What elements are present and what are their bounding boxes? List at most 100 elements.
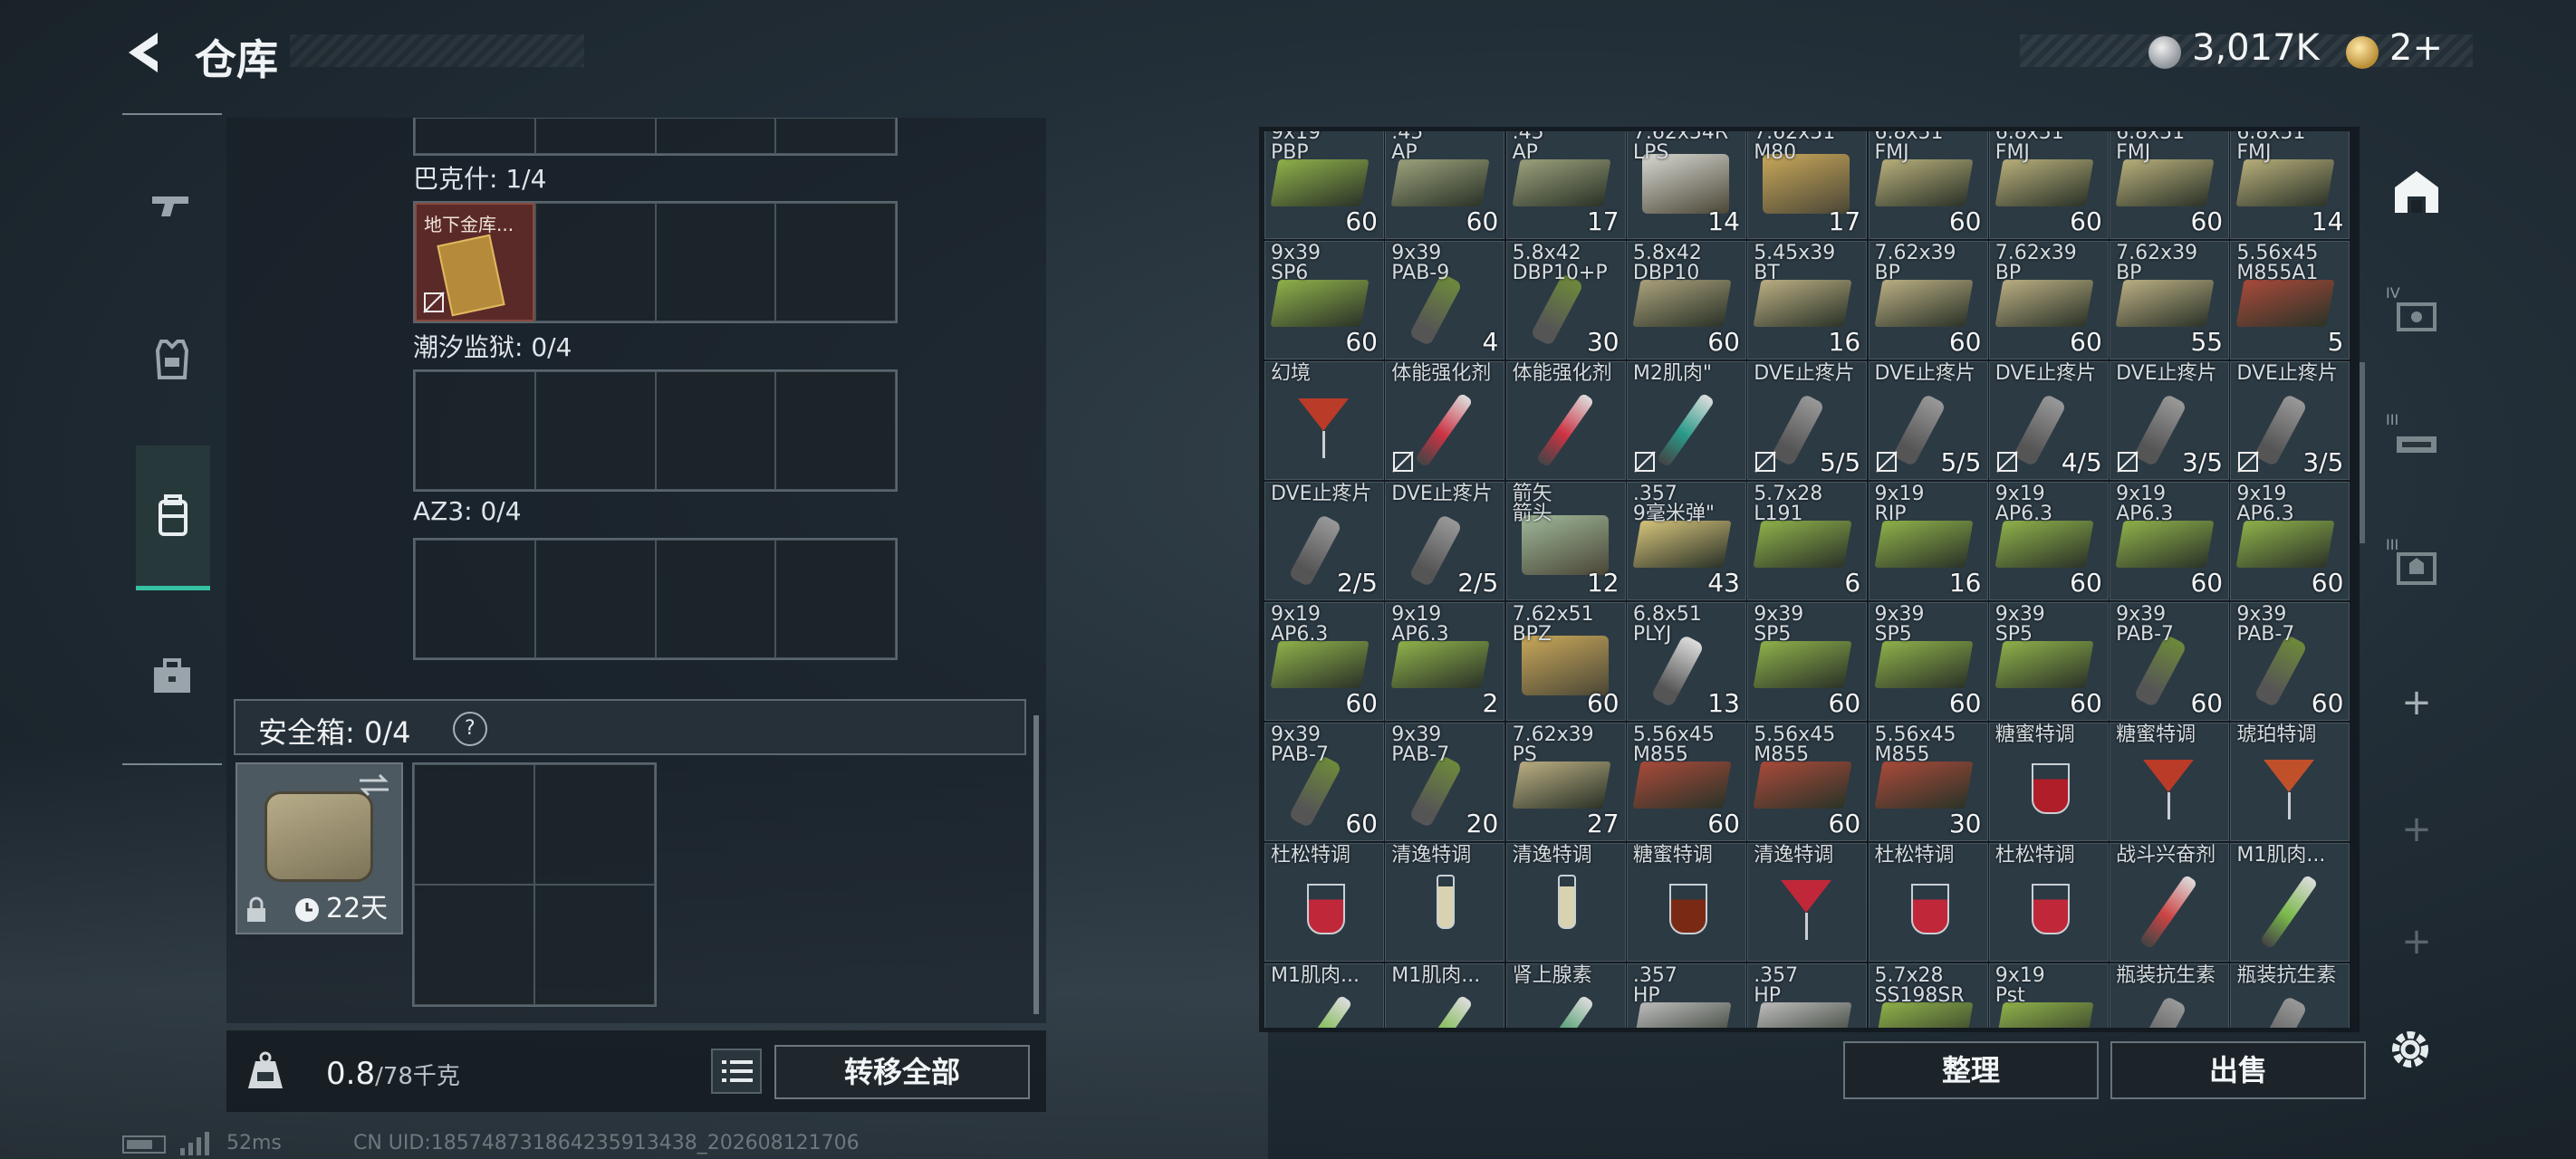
grid-slot[interactable]: [655, 118, 776, 154]
stash-item[interactable]: 7.62x51 M80 17: [1747, 131, 1868, 239]
stash-item[interactable]: 7.62x39 PS 27: [1505, 723, 1626, 841]
stash-item[interactable]: .45 AP 17: [1505, 131, 1626, 239]
grid-slot[interactable]: [775, 540, 896, 658]
grid-slot[interactable]: [534, 118, 656, 154]
grid-slot[interactable]: [534, 203, 656, 321]
grid-slot[interactable]: [775, 118, 896, 154]
stash-item[interactable]: .357 HP: [1626, 963, 1746, 1028]
stash-item[interactable]: .357 HP: [1747, 963, 1868, 1028]
safe-box-slot[interactable]: 22天: [235, 762, 403, 934]
sort-button[interactable]: 整理: [1843, 1041, 2099, 1099]
nav-armor[interactable]: [136, 323, 208, 396]
stash-item[interactable]: 糖蜜特调: [1988, 723, 2109, 841]
swap-icon[interactable]: [356, 771, 392, 799]
stash-item[interactable]: DVE止疼片 2/5: [1264, 482, 1384, 600]
transfer-all-button[interactable]: 转移全部: [774, 1045, 1030, 1099]
sell-button[interactable]: 出售: [2110, 1041, 2366, 1099]
stash-item[interactable]: DVE止疼片 2/5: [1385, 482, 1505, 600]
grid-slot[interactable]: [534, 885, 655, 1005]
stash-item[interactable]: 5.8x42 DBP10 60: [1626, 241, 1746, 359]
stash-item[interactable]: 杜松特调: [1264, 843, 1384, 962]
stash-tab-tier3b[interactable]: III: [2384, 532, 2449, 598]
stash-item[interactable]: DVE止疼片 4/5: [1988, 361, 2109, 480]
add-page-button[interactable]: +: [2384, 670, 2449, 735]
stash-item[interactable]: 肾上腺素: [1505, 963, 1626, 1028]
stash-item[interactable]: 9x19 AP6.3 60: [2110, 482, 2230, 600]
stash-item[interactable]: 6.8x51 FMJ 14: [2230, 131, 2350, 239]
stash-item[interactable]: 5.45x39 BT 16: [1747, 241, 1868, 359]
stash-item[interactable]: 体能强化剂: [1505, 361, 1626, 480]
stash-item[interactable]: 9x39 SP5 60: [1868, 602, 1988, 721]
grid-slot[interactable]: [414, 764, 534, 885]
stash-tab-main[interactable]: [2384, 158, 2449, 224]
stash-item[interactable]: M1肌肉...: [1264, 963, 1384, 1028]
list-view-button[interactable]: [711, 1049, 762, 1094]
add-page-button[interactable]: +: [2384, 921, 2449, 963]
stash-item[interactable]: 糖蜜特调: [2110, 723, 2230, 841]
nav-supplies[interactable]: [136, 640, 208, 713]
nav-containers[interactable]: [136, 445, 210, 590]
stash-item[interactable]: DVE止疼片 5/5: [1868, 361, 1988, 480]
stash-item[interactable]: 9x19 RIP 16: [1868, 482, 1988, 600]
grid-slot[interactable]: [414, 885, 534, 1005]
stash-item[interactable]: 5.8x42 DBP10+P 30: [1505, 241, 1626, 359]
stash-item[interactable]: 7.62x39 BP 60: [1868, 241, 1988, 359]
stash-item[interactable]: 9x19 AP6.3 60: [2230, 482, 2350, 600]
settings-gear-icon[interactable]: [2382, 1021, 2438, 1078]
stash-item[interactable]: DVE止疼片 5/5: [1747, 361, 1868, 480]
grid-slot[interactable]: [534, 540, 656, 658]
stash-item[interactable]: 瓶装抗生素: [2110, 963, 2230, 1028]
nav-weapons[interactable]: [136, 169, 208, 242]
add-page-button[interactable]: +: [2384, 797, 2449, 862]
grid-slot[interactable]: [415, 371, 535, 490]
stash-item[interactable]: 9x19 PBP 60: [1264, 131, 1384, 239]
grid-slot[interactable]: [415, 540, 535, 658]
stash-item[interactable]: M1肌肉...: [1385, 963, 1505, 1028]
stash-item[interactable]: 清逸特调: [1747, 843, 1868, 962]
left-scrollbar[interactable]: [1033, 715, 1039, 1014]
stash-item[interactable]: 杜松特调: [1988, 843, 2109, 962]
stash-item[interactable]: 9x39 SP6 60: [1264, 241, 1384, 359]
stash-item[interactable]: M1肌肉...: [2230, 843, 2350, 962]
stash-item[interactable]: 杜松特调: [1868, 843, 1988, 962]
stash-item[interactable]: 5.56x45 M855A1 5: [2230, 241, 2350, 359]
stash-item[interactable]: 7.62x39 BP 60: [1988, 241, 2109, 359]
stash-item[interactable]: 糖蜜特调: [1626, 843, 1746, 962]
stash-item[interactable]: 9x19 AP6.3 2: [1385, 602, 1505, 721]
stash-item[interactable]: 战斗兴奋剂: [2110, 843, 2230, 962]
stash-item[interactable]: M2肌肉": [1626, 361, 1746, 480]
stash-tab-tier3a[interactable]: III: [2384, 407, 2449, 473]
stash-item[interactable]: 清逸特调: [1505, 843, 1626, 962]
stash-item[interactable]: 9x39 PAB-7 60: [1264, 723, 1384, 841]
stash-item[interactable]: 6.8x51 PLYJ 13: [1626, 602, 1746, 721]
grid-slot[interactable]: [534, 764, 655, 885]
help-icon[interactable]: ?: [446, 704, 495, 753]
stash-item[interactable]: 9x19 AP6.3 60: [1988, 482, 2109, 600]
grid-slot[interactable]: [775, 371, 896, 490]
stash-item[interactable]: 7.62x39 BP 55: [2110, 241, 2230, 359]
stash-item[interactable]: DVE止疼片 3/5: [2110, 361, 2230, 480]
stash-item[interactable]: 7.62x54R LPS 14: [1626, 131, 1746, 239]
stash-item[interactable]: 5.56x45 M855 30: [1868, 723, 1988, 841]
grid-slot[interactable]: [775, 203, 896, 321]
stash-item[interactable]: 9x39 SP5 60: [1988, 602, 2109, 721]
stash-item[interactable]: 5.7x28 L191 6: [1747, 482, 1868, 600]
stash-item[interactable]: 9x19 AP6.3 60: [1264, 602, 1384, 721]
stash-item[interactable]: 6.8x51 FMJ 60: [2110, 131, 2230, 239]
stash-item[interactable]: 瓶装抗生素: [2230, 963, 2350, 1028]
stash-item[interactable]: 9x39 PAB-9 4: [1385, 241, 1505, 359]
grid-slot[interactable]: [655, 371, 776, 490]
grid-slot[interactable]: [534, 371, 656, 490]
stash-item[interactable]: .45 AP 60: [1385, 131, 1505, 239]
stash-tab-tier4[interactable]: IV: [2384, 281, 2449, 346]
vault-key-card[interactable]: 地下金库...: [415, 203, 534, 321]
stash-item[interactable]: 5.56x45 M855 60: [1626, 723, 1746, 841]
stash-item[interactable]: 6.8x51 FMJ 60: [1868, 131, 1988, 239]
stash-item[interactable]: 9x19 Pst: [1988, 963, 2109, 1028]
stash-item[interactable]: .357 9毫米弹" 43: [1626, 482, 1746, 600]
stash-item[interactable]: 9x39 PAB-7 20: [1385, 723, 1505, 841]
stash-item[interactable]: 9x39 SP5 60: [1747, 602, 1868, 721]
stash-item[interactable]: 琥珀特调: [2230, 723, 2350, 841]
stash-item[interactable]: 9x39 PAB-7 60: [2110, 602, 2230, 721]
grid-slot[interactable]: [655, 203, 776, 321]
